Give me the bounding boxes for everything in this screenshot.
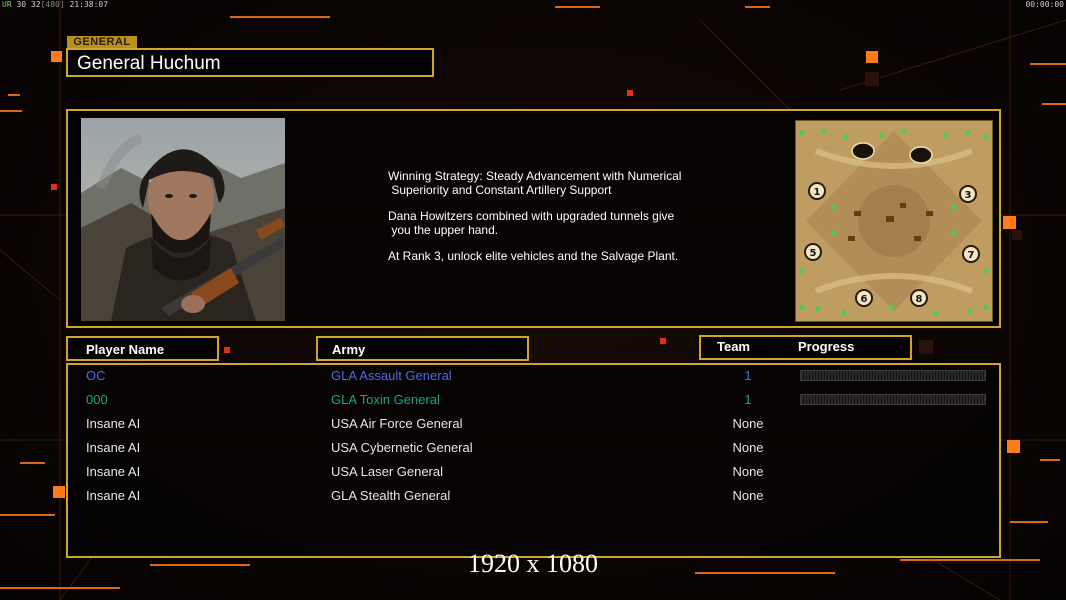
team-header: Team — [717, 339, 750, 354]
progress-bar — [800, 370, 986, 381]
resolution-overlay: 1920 x 1080 — [468, 549, 598, 578]
army-name[interactable]: USA Cybernetic General — [331, 440, 473, 455]
army-name[interactable]: USA Laser General — [331, 464, 443, 479]
team-value[interactable]: None — [698, 488, 798, 503]
player-name: 000 — [86, 392, 108, 407]
map-preview[interactable]: 1 3 5 7 6 8 — [795, 120, 993, 322]
strategy-line-3: At Rank 3, unlock elite vehicles and the… — [388, 249, 679, 263]
start-pos-5: 5 — [810, 248, 817, 259]
strategy-text: Winning Strategy: Steady Advancement wit… — [388, 169, 718, 275]
performance-readout: UR 30 32[480] 21:38:07 — [2, 0, 108, 9]
column-header-army[interactable]: Army — [316, 336, 529, 361]
team-value[interactable]: 1 — [698, 392, 798, 407]
team-value[interactable]: None — [698, 416, 798, 431]
start-pos-6: 6 — [861, 294, 868, 305]
player-row[interactable]: 000 GLA Toxin General 1 — [68, 390, 999, 412]
player-table: OC GLA Assault General 1 000 GLA Toxin G… — [66, 363, 1001, 558]
column-header-player[interactable]: Player Name — [66, 336, 219, 361]
start-pos-7: 7 — [968, 250, 975, 261]
player-name: Insane AI — [86, 416, 141, 431]
start-pos-3: 3 — [965, 190, 972, 201]
general-info-panel: Winning Strategy: Steady Advancement wit… — [66, 109, 1001, 328]
army-name[interactable]: GLA Toxin General — [331, 392, 440, 407]
player-row[interactable]: Insane AI USA Laser General None — [68, 462, 999, 484]
team-value[interactable]: None — [698, 464, 798, 479]
player-name-header: Player Name — [86, 342, 165, 357]
stat-b: 32 — [30, 0, 41, 9]
column-header-team-progress[interactable]: Team Progress — [699, 335, 912, 360]
player-name: Insane AI — [86, 464, 141, 479]
ur-label: UR — [2, 0, 12, 9]
game-timer: 00:00:00 — [1025, 0, 1064, 9]
start-pos-8: 8 — [916, 294, 923, 305]
player-name: Insane AI — [86, 488, 141, 503]
general-name-box: General Huchum — [66, 48, 434, 77]
player-row[interactable]: Insane AI USA Air Force General None — [68, 414, 999, 436]
army-name[interactable]: GLA Assault General — [331, 368, 452, 383]
player-row[interactable]: Insane AI GLA Stealth General None — [68, 486, 999, 508]
army-name[interactable]: USA Air Force General — [331, 416, 463, 431]
start-pos-1: 1 — [814, 187, 821, 198]
general-name: General Huchum — [77, 53, 221, 74]
player-row[interactable]: Insane AI USA Cybernetic General None — [68, 438, 999, 460]
strategy-line-1: Winning Strategy: Steady Advancement wit… — [388, 169, 682, 197]
army-header: Army — [332, 342, 366, 357]
army-name[interactable]: GLA Stealth General — [331, 488, 450, 503]
clock: 21:38:07 — [69, 0, 109, 9]
progress-bar — [800, 394, 986, 405]
stat-a: 30 — [16, 0, 27, 9]
general-tag: GENERAL — [67, 36, 137, 48]
player-name: OC — [86, 368, 106, 383]
general-portrait — [81, 118, 285, 321]
team-value[interactable]: None — [698, 440, 798, 455]
team-value[interactable]: 1 — [698, 368, 798, 383]
progress-header: Progress — [798, 339, 855, 354]
player-row[interactable]: OC GLA Assault General 1 — [68, 366, 999, 388]
stat-c: [480] — [40, 0, 65, 9]
player-name: Insane AI — [86, 440, 141, 455]
strategy-line-2: Dana Howitzers combined with upgraded tu… — [388, 209, 675, 237]
